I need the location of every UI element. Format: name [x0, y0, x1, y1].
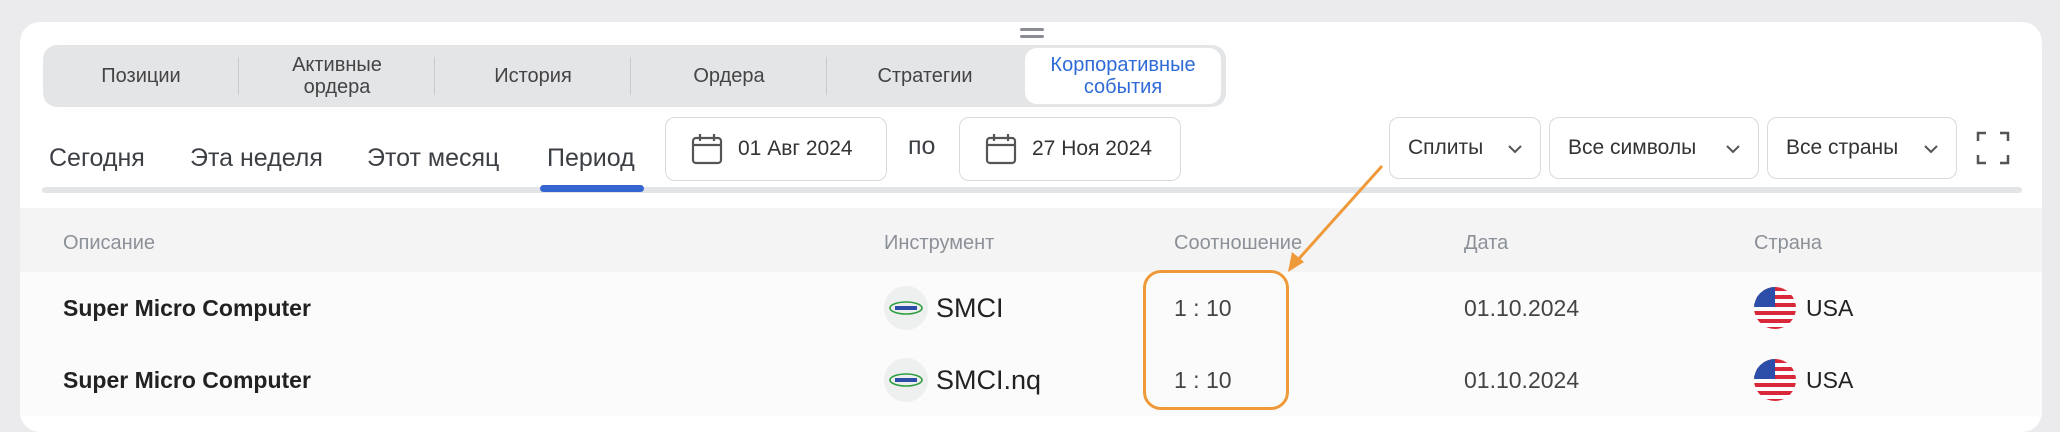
date-from-field[interactable]: 01 Авг 2024	[665, 117, 887, 181]
calendar-icon	[691, 134, 723, 165]
tab-active-orders[interactable]: Активные ордера	[239, 45, 435, 107]
period-custom[interactable]: Период	[547, 144, 635, 173]
horizontal-scrollbar[interactable]	[42, 187, 2022, 193]
period-month[interactable]: Этот месяц	[367, 144, 499, 173]
column-header-ratio[interactable]: Соотношение	[1174, 232, 1302, 255]
row-instrument: SMCI	[884, 272, 1004, 344]
countries-dropdown[interactable]: Все страны	[1767, 117, 1957, 179]
tab-corporate-events[interactable]: Корпоративные события	[1025, 48, 1221, 104]
chevron-down-icon	[1726, 145, 1740, 154]
row-country: USA	[1754, 344, 1853, 416]
us-flag-icon	[1754, 287, 1796, 329]
event-type-value: Сплиты	[1408, 136, 1484, 159]
column-header-date[interactable]: Дата	[1464, 232, 1508, 255]
symbols-dropdown[interactable]: Все символы	[1549, 117, 1759, 179]
column-header-instrument[interactable]: Инструмент	[884, 232, 994, 255]
tab-bar: Позиции Активные ордера История Ордера С…	[43, 45, 1226, 107]
calendar-icon	[985, 134, 1017, 165]
us-flag-icon	[1754, 359, 1796, 401]
table-row[interactable]: Super Micro Computer SMCI 1 : 10 01.10.2…	[20, 272, 2042, 344]
active-period-indicator	[540, 185, 644, 192]
company-logo-icon	[884, 358, 928, 402]
date-range-separator: по	[908, 132, 936, 160]
row-date: 01.10.2024	[1464, 294, 1580, 321]
date-from-value: 01 Авг 2024	[738, 137, 853, 160]
tab-orders[interactable]: Ордера	[631, 45, 827, 107]
tab-positions[interactable]: Позиции	[43, 45, 239, 107]
tab-strategies[interactable]: Стратегии	[827, 45, 1023, 107]
instrument-ticker: SMCI	[936, 292, 1004, 323]
table-row[interactable]: Super Micro Computer SMCI.nq 1 : 10 01.1…	[20, 344, 2042, 416]
period-week[interactable]: Эта неделя	[190, 144, 323, 173]
ratio-highlight-annotation	[1143, 270, 1289, 410]
row-description: Super Micro Computer	[63, 294, 311, 321]
column-header-description[interactable]: Описание	[63, 232, 155, 255]
country-name: USA	[1806, 294, 1854, 321]
chevron-down-icon	[1924, 145, 1938, 154]
event-type-dropdown[interactable]: Сплиты	[1389, 117, 1541, 179]
chevron-down-icon	[1508, 145, 1522, 154]
country-name: USA	[1806, 366, 1854, 393]
period-today[interactable]: Сегодня	[49, 144, 145, 173]
row-instrument: SMCI.nq	[884, 344, 1041, 416]
date-to-value: 27 Ноя 2024	[1032, 137, 1152, 160]
company-logo-icon	[884, 286, 928, 330]
tab-history[interactable]: История	[435, 45, 631, 107]
row-country: USA	[1754, 272, 1853, 344]
fullscreen-icon[interactable]	[1976, 131, 2010, 165]
instrument-ticker: SMCI.nq	[936, 364, 1042, 395]
row-date: 01.10.2024	[1464, 366, 1580, 393]
date-to-field[interactable]: 27 Ноя 2024	[959, 117, 1181, 181]
drag-handle-icon[interactable]	[1020, 26, 1046, 38]
symbols-value: Все символы	[1568, 136, 1697, 159]
table-header: Описание Инструмент Соотношение Дата Стр…	[20, 208, 2042, 276]
column-header-country[interactable]: Страна	[1754, 232, 1822, 255]
countries-value: Все страны	[1786, 136, 1899, 159]
row-description: Super Micro Computer	[63, 366, 311, 393]
